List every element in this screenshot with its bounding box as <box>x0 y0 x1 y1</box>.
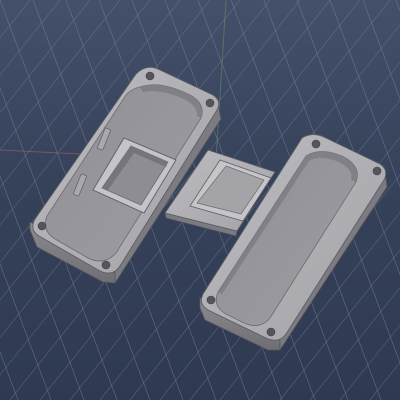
cad-viewport[interactable] <box>0 0 400 400</box>
mount-hole <box>205 98 215 108</box>
mount-hole <box>266 327 276 337</box>
mount-hole <box>145 71 155 81</box>
mount-hole <box>37 221 47 231</box>
viewport-canvas[interactable] <box>0 0 400 400</box>
mount-hole <box>311 139 321 149</box>
grid-line <box>395 0 400 12</box>
grid-line <box>0 263 52 400</box>
mount-hole <box>206 295 216 305</box>
mount-hole <box>101 260 111 270</box>
grid-line <box>0 0 31 39</box>
mount-hole <box>372 166 382 176</box>
